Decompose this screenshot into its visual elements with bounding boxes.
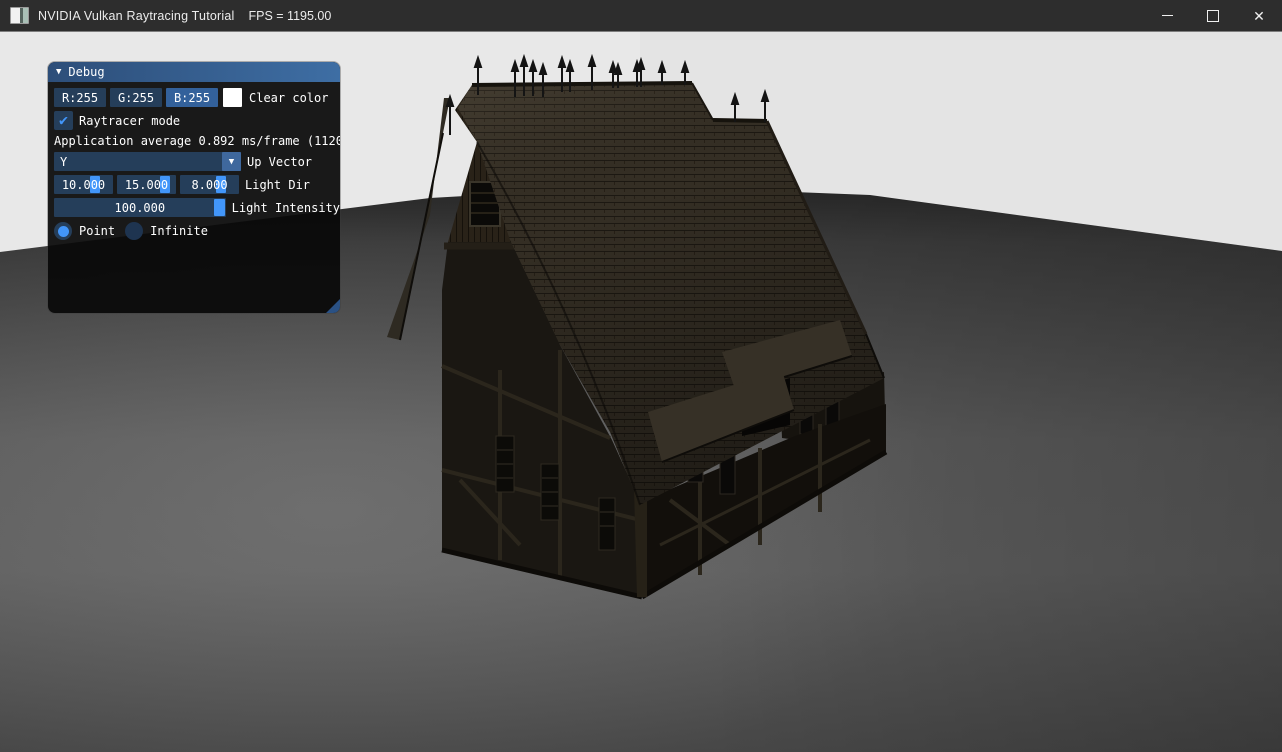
up-vector-combo-button[interactable]: ▼ — [222, 152, 241, 171]
maximize-button[interactable] — [1190, 0, 1236, 31]
radio-point-label: Point — [79, 224, 115, 238]
fps-readout: FPS = 1195.00 — [249, 9, 332, 23]
light-dir-label: Light Dir — [245, 178, 310, 192]
light-intensity-row: 100.000 Light Intensity — [54, 198, 340, 217]
frame-stats-text: Application average 0.892 ms/frame (1120 — [54, 134, 340, 148]
light-dir-z-drag[interactable]: 8.000 — [180, 175, 239, 194]
clear-color-b-field[interactable]: B:255 — [166, 88, 218, 107]
close-button[interactable]: ✕ — [1236, 0, 1282, 31]
light-intensity-slider[interactable]: 100.000 — [54, 198, 226, 217]
debug-panel-body: R:255 G:255 B:255 Clear color ✔ Raytrace… — [48, 82, 340, 240]
light-intensity-value: 100.000 — [54, 198, 226, 217]
radio-infinite-label: Infinite — [150, 224, 208, 238]
minimize-button[interactable] — [1144, 0, 1190, 31]
clear-color-g-value: G:255 — [118, 91, 154, 105]
clear-color-r-field[interactable]: R:255 — [54, 88, 106, 107]
up-vector-row: Y ▼ Up Vector — [54, 152, 340, 171]
up-vector-value: Y — [54, 155, 67, 169]
collapse-icon[interactable]: ▼ — [56, 67, 61, 77]
light-type-row: Point Infinite — [54, 222, 340, 240]
chevron-down-icon: ▼ — [229, 157, 234, 167]
raytracer-label: Raytracer mode — [79, 114, 180, 128]
radio-point[interactable] — [54, 222, 72, 240]
minimize-icon — [1162, 15, 1173, 17]
clear-color-swatch[interactable] — [223, 88, 242, 107]
up-vector-combo[interactable]: Y ▼ — [54, 152, 241, 171]
window-title: NVIDIA Vulkan Raytracing Tutorial — [38, 9, 235, 23]
clear-color-label: Clear color — [249, 91, 328, 105]
debug-panel[interactable]: ▼ Debug R:255 G:255 B:255 Clear color ✔ … — [48, 62, 340, 313]
light-dir-x-drag[interactable]: 10.000 — [54, 175, 113, 194]
window-controls: ✕ — [1144, 0, 1282, 31]
up-vector-label: Up Vector — [247, 155, 312, 169]
light-dir-y-value: 15.000 — [117, 175, 176, 194]
clear-color-b-value: B:255 — [174, 91, 210, 105]
close-icon: ✕ — [1253, 9, 1265, 23]
window-titlebar[interactable]: NVIDIA Vulkan Raytracing Tutorial FPS = … — [0, 0, 1282, 32]
raytracer-row: ✔ Raytracer mode — [54, 111, 340, 130]
light-intensity-label: Light Intensity — [232, 201, 340, 215]
light-dir-row: 10.000 15.000 8.000 Light Dir — [54, 175, 340, 194]
light-dir-z-value: 8.000 — [180, 175, 239, 194]
debug-panel-titlebar[interactable]: ▼ Debug — [48, 62, 340, 82]
clear-color-row: R:255 G:255 B:255 Clear color — [54, 88, 340, 107]
light-dir-x-value: 10.000 — [54, 175, 113, 194]
panel-resize-grip[interactable] — [326, 299, 340, 313]
clear-color-r-value: R:255 — [62, 91, 98, 105]
debug-panel-title: Debug — [68, 65, 104, 79]
clear-color-g-field[interactable]: G:255 — [110, 88, 162, 107]
radio-infinite[interactable] — [125, 222, 143, 240]
radio-point-dot — [58, 226, 69, 237]
light-dir-y-drag[interactable]: 15.000 — [117, 175, 176, 194]
maximize-icon — [1207, 10, 1219, 22]
check-icon: ✔ — [59, 113, 68, 128]
raytracer-checkbox[interactable]: ✔ — [54, 111, 73, 130]
app-icon — [10, 7, 29, 24]
